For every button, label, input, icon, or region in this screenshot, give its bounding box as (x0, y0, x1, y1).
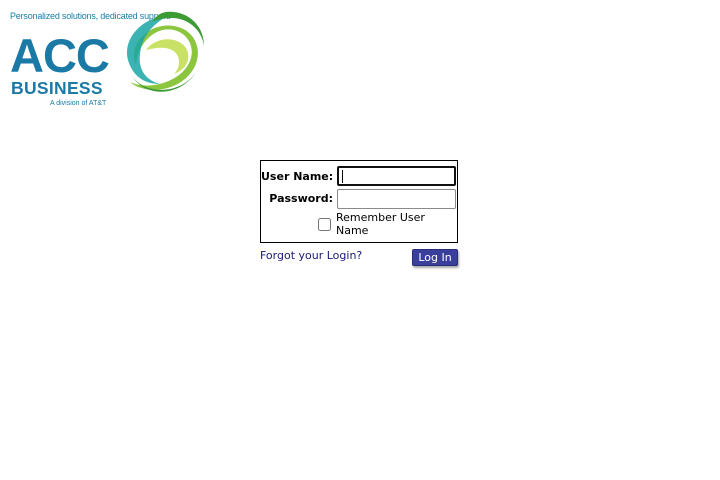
password-input[interactable] (337, 189, 456, 209)
swirl-logo-icon (127, 11, 204, 92)
login-form: User Name: Password: Remember User Name (260, 160, 458, 243)
logo-brand-business: BUSINESS (11, 78, 103, 98)
remember-username-label: Remember User Name (336, 211, 425, 237)
login-page: Personalized solutions, dedicated suppor… (0, 0, 720, 480)
remember-username-checkbox[interactable] (318, 218, 331, 231)
password-label: Password: (269, 192, 333, 205)
username-input[interactable] (337, 166, 456, 186)
login-button[interactable]: Log In (412, 249, 458, 266)
logo-division-text: A division of AT&T (50, 100, 107, 107)
text-cursor (342, 170, 343, 183)
forgot-login-link[interactable]: Forgot your Login? (260, 249, 362, 262)
acc-business-logo: Personalized solutions, dedicated suppor… (10, 10, 210, 110)
logo-brand-acc: ACC (10, 29, 110, 82)
username-label: User Name: (261, 170, 334, 183)
